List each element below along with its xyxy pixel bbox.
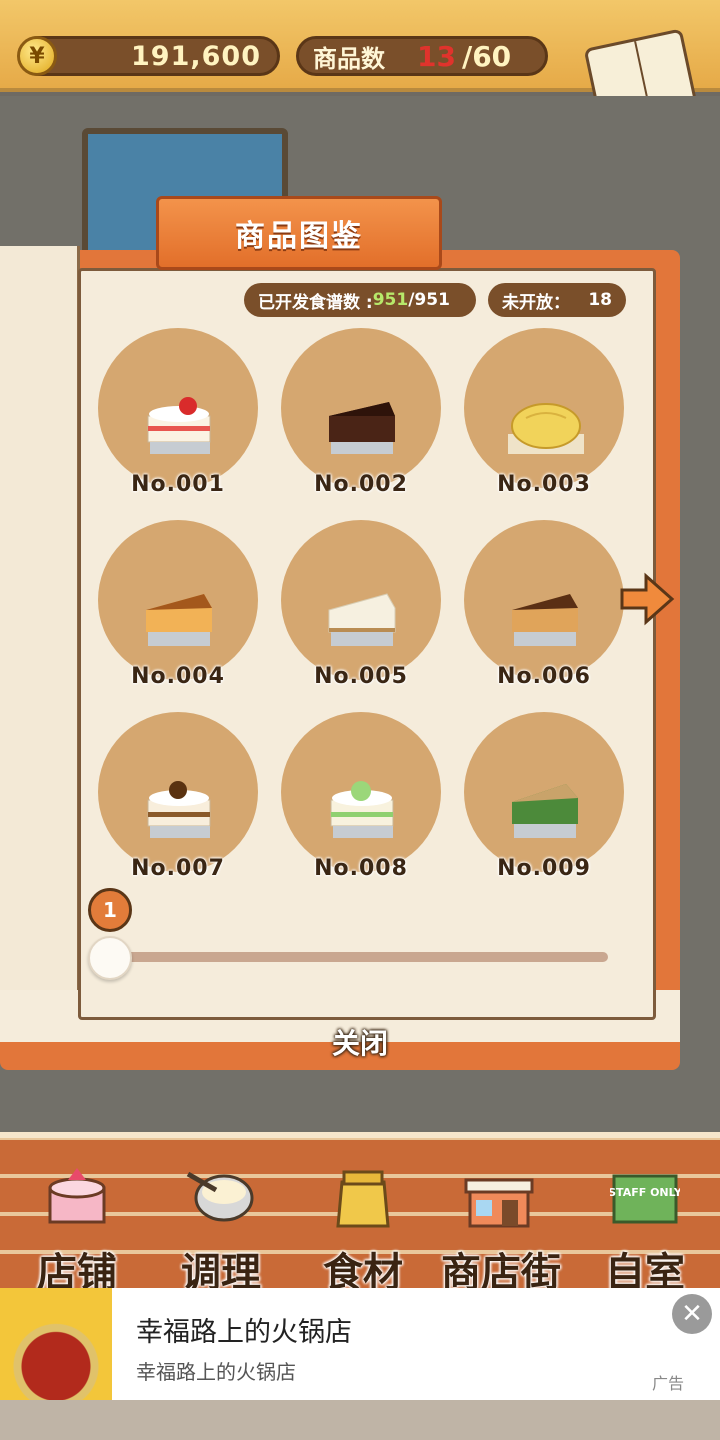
product-item[interactable]: No.003 [462, 328, 626, 508]
item-count-current: 13 [417, 39, 456, 73]
basque-cheesecake-icon [512, 594, 578, 646]
ad-title: 幸福路上的火锅店 [136, 1317, 352, 1348]
rare-cheesecake-icon [328, 593, 396, 646]
product-number: No.006 [497, 664, 591, 689]
ad-footer-strip [0, 1400, 720, 1440]
chestnut-cake-icon [147, 781, 211, 838]
bottom-nav: 店铺 调理 食材 商店街 STAFF ONLY 自室 [0, 1132, 720, 1296]
staff-only-icon: STAFF ONLY [610, 1174, 680, 1224]
product-number: No.005 [314, 664, 408, 689]
next-page-arrow-icon[interactable] [618, 570, 676, 628]
item-count-max: /60 [461, 39, 512, 73]
close-button[interactable]: 关闭 [300, 1022, 420, 1066]
ad-close-icon[interactable]: ✕ [672, 1294, 712, 1334]
nav-my-room[interactable]: STAFF ONLY 自室 [580, 1154, 710, 1296]
coin-display: ¥ 191,600 [17, 36, 280, 76]
baked-cheesecake-icon [146, 594, 212, 646]
developed-recipe-count: 已开发食谱数 : 951 /951 [244, 283, 476, 317]
ad-banner[interactable]: 幸福路上的火锅店 幸福路上的火锅店 [0, 1288, 720, 1400]
ad-tag: 广告 [652, 1374, 685, 1393]
product-number: No.004 [131, 664, 225, 689]
product-number: No.002 [314, 472, 408, 497]
product-number: No.007 [131, 856, 225, 881]
developed-count: 951 [372, 290, 409, 310]
product-item[interactable]: No.002 [279, 328, 443, 508]
page-slider-thumb[interactable] [88, 936, 132, 980]
product-item[interactable]: No.004 [96, 520, 260, 700]
item-count-display: 商品数 13 /60 [296, 36, 548, 76]
shopping-street-icon [464, 1178, 534, 1228]
product-number: No.003 [497, 472, 591, 497]
chocolate-cake-icon [329, 402, 395, 454]
ad-hotpot-image [0, 1288, 112, 1400]
developed-total: /951 [408, 290, 450, 310]
unopened-value: 18 [588, 290, 612, 310]
ingredient-bag-icon [336, 1170, 390, 1228]
product-item[interactable]: No.001 [96, 328, 260, 508]
product-item[interactable]: No.005 [279, 520, 443, 700]
nav-shopping-street[interactable]: 商店街 [434, 1154, 568, 1296]
staff-sign-text: STAFF ONLY [610, 1186, 680, 1199]
product-number: No.008 [314, 856, 408, 881]
catalog-title: 商品图鉴 [156, 196, 442, 270]
product-grid: No.001 No.002 No.003 No.004 No.005 No.00… [96, 328, 626, 888]
nav-cooking[interactable]: 调理 [156, 1154, 286, 1296]
coin-value: 191,600 [131, 40, 261, 72]
product-item[interactable]: No.008 [279, 712, 443, 892]
product-number: No.009 [497, 856, 591, 881]
melon-pan-icon [508, 403, 584, 454]
page-number-bubble: 1 [88, 888, 132, 932]
shop-cake-icon [48, 1168, 106, 1224]
developed-label: 已开发食谱数 : [258, 292, 373, 313]
page-slider-track[interactable] [110, 952, 608, 962]
unopened-count: 未开放： 18 [488, 283, 626, 317]
nav-shop[interactable]: 店铺 [12, 1154, 142, 1296]
item-count-label: 商品数 [313, 44, 385, 73]
matcha-cake-icon [512, 784, 578, 838]
product-item[interactable]: No.006 [462, 520, 626, 700]
cooking-bowl-icon [186, 1171, 254, 1222]
melon-cake-icon [330, 781, 394, 838]
coin-icon: ¥ [17, 36, 57, 76]
nav-ingredients[interactable]: 食材 [298, 1154, 428, 1296]
unopened-label: 未开放： [502, 292, 570, 313]
ad-subtitle: 幸福路上的火锅店 [136, 1360, 296, 1384]
strawberry-shortcake-icon [147, 397, 211, 454]
product-item[interactable]: No.007 [96, 712, 260, 892]
product-item[interactable]: No.009 [462, 712, 626, 892]
book-left-page [0, 246, 80, 1026]
product-number: No.001 [131, 472, 225, 497]
